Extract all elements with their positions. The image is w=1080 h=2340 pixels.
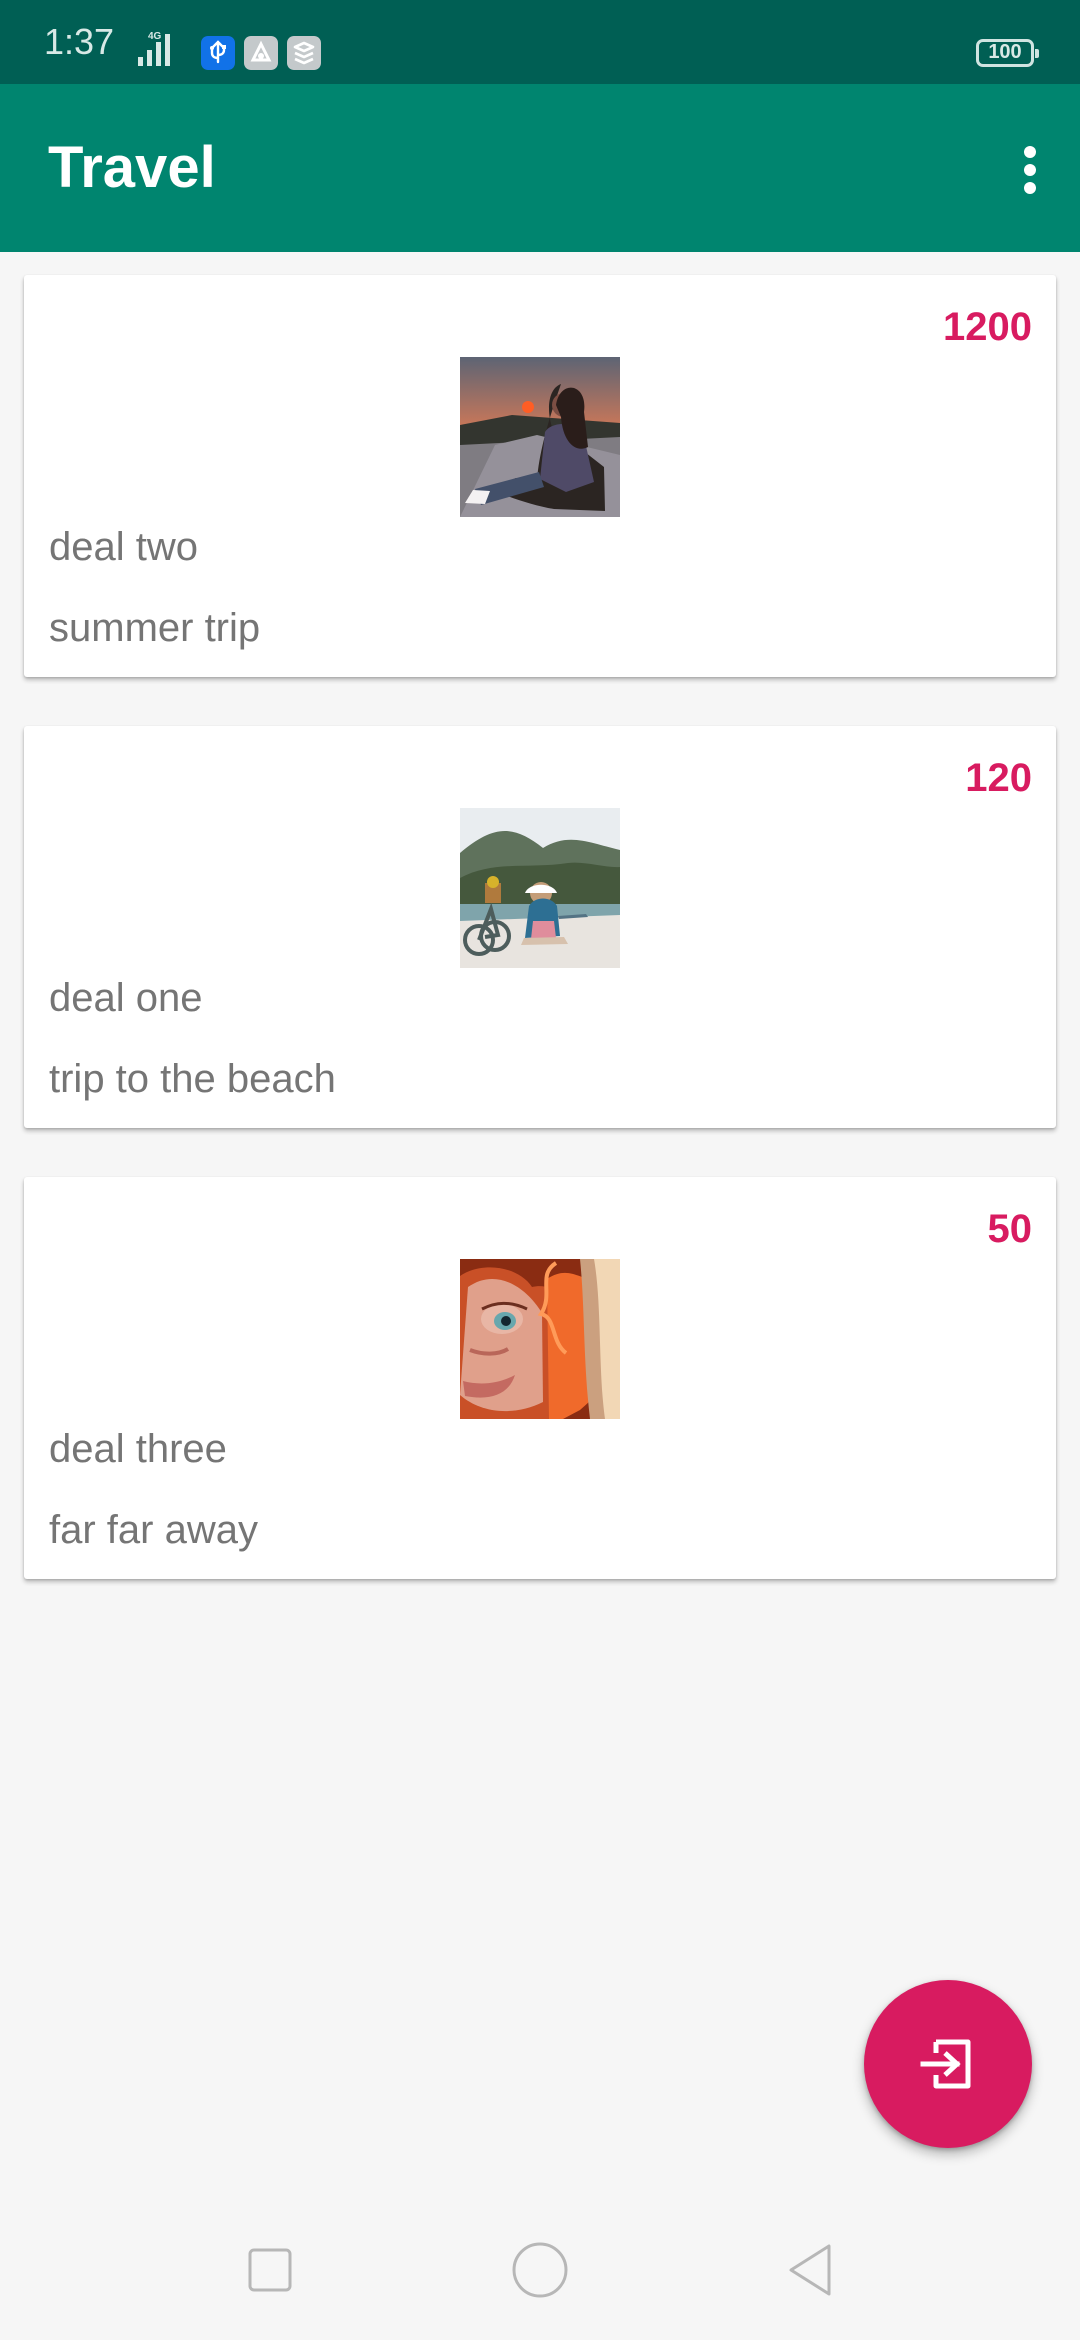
deal-description: far far away (49, 1508, 258, 1552)
status-time: 1:37 (44, 21, 115, 62)
battery-indicator: 100 (976, 39, 1039, 67)
sunset-road-photo (460, 357, 620, 517)
logout-icon (920, 2039, 971, 2089)
more-vertical-icon (1024, 146, 1036, 194)
status-bar: 1:37 4G 100 (0, 0, 1080, 84)
deal-name: deal one (49, 976, 203, 1020)
deal-card[interactable]: 50 deal three far far away (24, 1177, 1056, 1579)
recent-apps-icon (248, 2248, 292, 2292)
red-curly-hair-character-photo (460, 1259, 620, 1419)
app-icon (244, 36, 278, 70)
back-icon (789, 2244, 831, 2296)
stack-icon (287, 36, 321, 70)
deal-card[interactable]: 120 deal one trip to the beach (24, 726, 1056, 1128)
network-type-label: 4G (148, 31, 162, 42)
system-navigation-bar (0, 2178, 1080, 2340)
travel-deals-screen: 1:37 4G 100 Travel 1200 deal two summer … (0, 0, 1080, 2340)
logout-button[interactable] (864, 1980, 1032, 2148)
deal-price: 1200 (943, 305, 1032, 349)
deal-card[interactable]: 1200 deal two summer trip (24, 275, 1056, 677)
deal-name: deal three (49, 1427, 227, 1471)
back-button[interactable] (770, 2230, 850, 2310)
deal-price: 50 (987, 1207, 1033, 1251)
deal-price: 120 (965, 756, 1032, 800)
home-button[interactable] (500, 2230, 580, 2310)
app-bar: Travel (0, 84, 1080, 252)
beach-bike-photo (460, 808, 620, 968)
page-title: Travel (48, 135, 216, 200)
overflow-menu-button[interactable] (998, 128, 1062, 212)
recent-apps-button[interactable] (230, 2230, 310, 2310)
usb-icon (201, 36, 235, 70)
deal-description: summer trip (49, 606, 261, 650)
deal-name: deal two (49, 525, 198, 569)
cellular-signal-icon: 4G (138, 31, 170, 66)
home-icon (512, 2242, 568, 2298)
deal-description: trip to the beach (49, 1057, 336, 1101)
